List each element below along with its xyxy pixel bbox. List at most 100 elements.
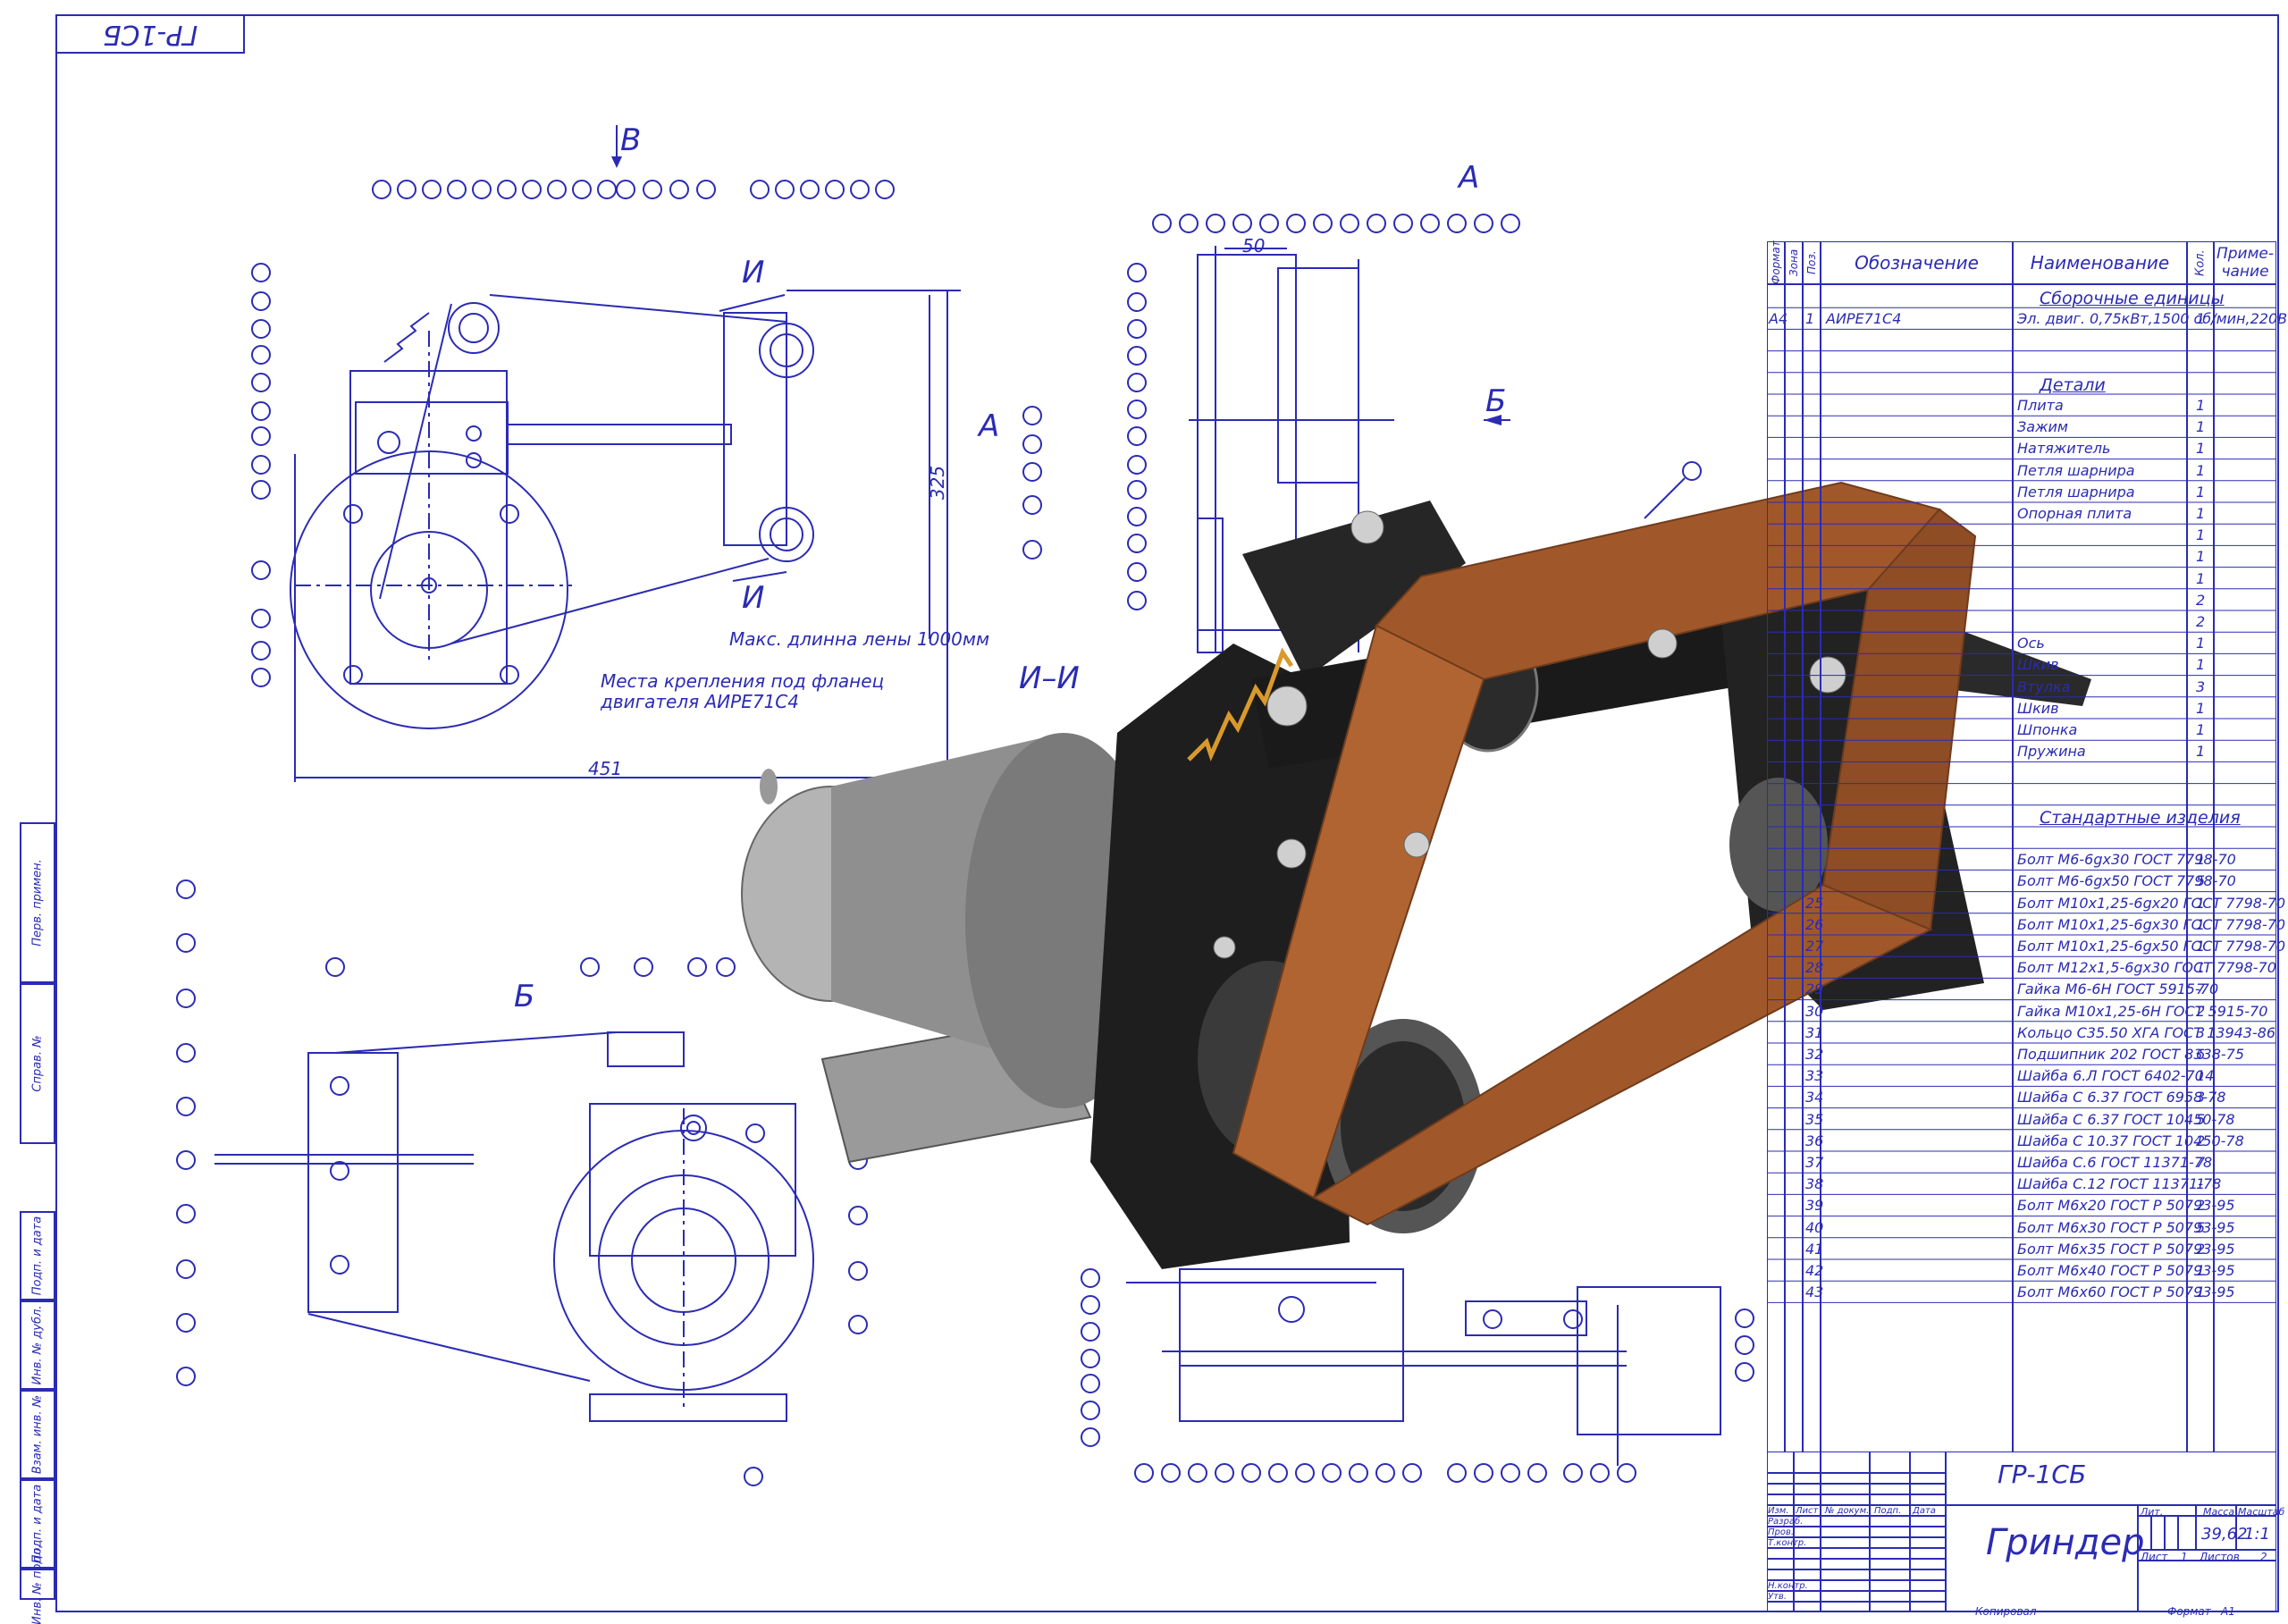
spec-pos: 35 <box>1805 1110 1824 1128</box>
spec-row <box>1767 784 2276 805</box>
doc-code: ГР-1СБ <box>1998 1460 2087 1489</box>
spec-row <box>1767 329 2276 350</box>
spec-designation: АИРЕ71С4 <box>1826 310 1902 328</box>
spec-pos: 1 <box>1805 310 1815 328</box>
col-pos: Поз. <box>1805 250 1818 275</box>
spec-name: Шкив <box>2017 699 2059 717</box>
col-date: Дата <box>1913 1506 1936 1516</box>
spec-row: 42 Болт М6х40 ГОСТ Р 50793-95 1 <box>1767 1259 2276 1281</box>
spec-name: Болт М12х1,5-6gх30 ГОСТ 7798-70 <box>2017 959 2276 977</box>
spec-name: Натяжитель <box>2017 440 2111 458</box>
format-value: А1 <box>2221 1605 2235 1618</box>
spec-row: Шкив 1 <box>1767 697 2276 719</box>
nkontr: Н.контр. <box>1768 1581 1808 1591</box>
spec-row <box>1767 351 2276 373</box>
col-doc: № докум. <box>1825 1506 1870 1516</box>
spec-name: Кольцо С35.50 ХГА ГОСТ 13943-86 <box>2017 1023 2276 1041</box>
spec-row: 27 Болт М10х1,25-6gх50 ГОСТ 7798-70 1 <box>1767 935 2285 956</box>
spec-name: Шайба С.6 ГОСТ 11371-78 <box>2017 1154 2213 1171</box>
spec-qty: 1 <box>2196 721 2206 738</box>
spec-qty: 1 <box>2196 1262 2206 1279</box>
spec-qty: 1 <box>2196 894 2206 912</box>
spec-name: Болт М10х1,25-6gх50 ГОСТ 7798-70 <box>2017 938 2286 955</box>
callouts-front <box>251 180 1042 687</box>
spec-pos: 41 <box>1805 1240 1824 1258</box>
spec-qty: 3 <box>2196 677 2206 695</box>
side-cell-3: Подп. и дата <box>20 1211 55 1300</box>
spec-pos: 25 <box>1805 894 1824 912</box>
spec-name: Петля шарнира <box>2017 483 2135 501</box>
view-arrows <box>611 156 1502 425</box>
spec-qty: 1 <box>2196 461 2206 479</box>
spec-qty: 2 <box>2196 613 2206 630</box>
spec-pos: 37 <box>1805 1154 1824 1171</box>
spec-row: Пружина 1 <box>1767 740 2276 762</box>
view-a-label: А <box>1459 160 1480 196</box>
spec-row: 37 Шайба С.6 ГОСТ 11371-78 7 <box>1767 1151 2276 1173</box>
spec-row: Натяжитель 1 <box>1767 437 2276 459</box>
spec-row: Шкив 1 <box>1767 653 2276 675</box>
spec-section-title: Сборочные единицы <box>2040 289 2225 308</box>
spec-row: 33 Шайба 6.Л ГОСТ 6402-70 14 <box>1767 1064 2276 1086</box>
spec-name: Гайка М6-6Н ГОСТ 5915-70 <box>2017 980 2219 998</box>
spec-name: Шайба С 6.37 ГОСТ 6958-78 <box>2017 1089 2226 1107</box>
spec-qty: 2 <box>2196 1240 2206 1258</box>
spec-name: Ось <box>2017 635 2045 652</box>
spec-pos: 31 <box>1805 1023 1824 1041</box>
spec-qty: 1 <box>2196 548 2206 566</box>
spec-row: 2 <box>1767 589 2276 610</box>
spec-qty: 1 <box>2196 743 2206 761</box>
spec-name: Шкив <box>2017 656 2059 674</box>
view-b <box>176 879 868 1486</box>
spec-qty: 1 <box>2196 526 2206 544</box>
spec-pos: 28 <box>1805 959 1824 977</box>
spec-pos: 36 <box>1805 1132 1824 1149</box>
scale-value: 1:1 <box>2244 1525 2270 1544</box>
spec-row: 1 <box>1767 568 2276 589</box>
spec-row: Втулка 3 <box>1767 676 2276 697</box>
utv: Утв. <box>1768 1592 1787 1602</box>
spec-row: 43 Болт М6х60 ГОСТ Р 50793-95 1 <box>1767 1281 2276 1302</box>
spec-row: 1 <box>1767 524 2276 545</box>
spec-qty: 5 <box>2196 872 2206 890</box>
section-label: И–И <box>1019 661 1080 696</box>
spec-name: Шпонка <box>2017 721 2078 738</box>
spec-qty: 2 <box>2196 1002 2206 1020</box>
spec-row: Стандартные изделия <box>1767 805 2276 828</box>
spec-row: Детали <box>1767 373 2276 395</box>
spec-row: Опорная плита 1 <box>1767 502 2276 524</box>
spec-qty: 1 <box>2196 1283 2206 1301</box>
side-cell-7: Инв. № подл. <box>20 1544 55 1624</box>
spec-qty: 1 <box>2196 505 2206 522</box>
razrab: Разраб. <box>1768 1517 1804 1527</box>
spec-qty: 7 <box>2196 980 2206 998</box>
spec-qty: 7 <box>2196 1154 2206 1171</box>
col-note: Приме- чание <box>2216 245 2275 281</box>
tkontr: Т.контр. <box>1768 1538 1807 1548</box>
spec-qty: 3 <box>2196 1023 2206 1041</box>
dimension-325: 325 <box>927 465 949 501</box>
spec-row: 40 Болт М6х30 ГОСТ Р 50793-95 5 <box>1767 1216 2276 1238</box>
spec-row: Шпонка 1 <box>1767 719 2276 740</box>
spec-row: 36 Шайба С 10.37 ГОСТ 10450-78 2 <box>1767 1130 2276 1151</box>
spec-qty: 1 <box>2196 1175 2206 1193</box>
title-block: ГР-1СБ Гриндер Лит. Масса Масштаб 39,62 … <box>1767 1452 2284 1612</box>
side-cell-1: Перв. примен. <box>20 822 55 983</box>
spec-name: Болт М10х1,25-6gх30 ГОСТ 7798-70 <box>2017 915 2286 933</box>
spec-row: Петля шарнира 1 <box>1767 459 2276 481</box>
spec-pos: 30 <box>1805 1002 1824 1020</box>
spec-name: Пружина <box>2017 743 2086 761</box>
spec-row: 31 Кольцо С35.50 ХГА ГОСТ 13943-86 3 <box>1767 1022 2276 1043</box>
sheet-number: 1 <box>2181 1551 2188 1563</box>
spec-qty: 1 <box>2196 938 2206 955</box>
spec-pos: 34 <box>1805 1089 1824 1107</box>
spec-name: Подшипник 202 ГОСТ 8338-75 <box>2017 1046 2245 1063</box>
spec-qty: 1 <box>2196 397 2206 414</box>
col-qty: Кол. <box>2193 249 2208 276</box>
spec-qty: 5 <box>2196 1110 2206 1128</box>
spec-row: 38 Шайба С.12 ГОСТ 11371-78 1 <box>1767 1173 2276 1194</box>
sheet-label: Лист <box>2141 1551 2168 1563</box>
spec-pos: 27 <box>1805 938 1824 955</box>
spec-name: Эл. двиг. 0,75кВт,1500 об/мин,220В <box>2017 310 2288 328</box>
spec-pos: 32 <box>1805 1046 1824 1063</box>
